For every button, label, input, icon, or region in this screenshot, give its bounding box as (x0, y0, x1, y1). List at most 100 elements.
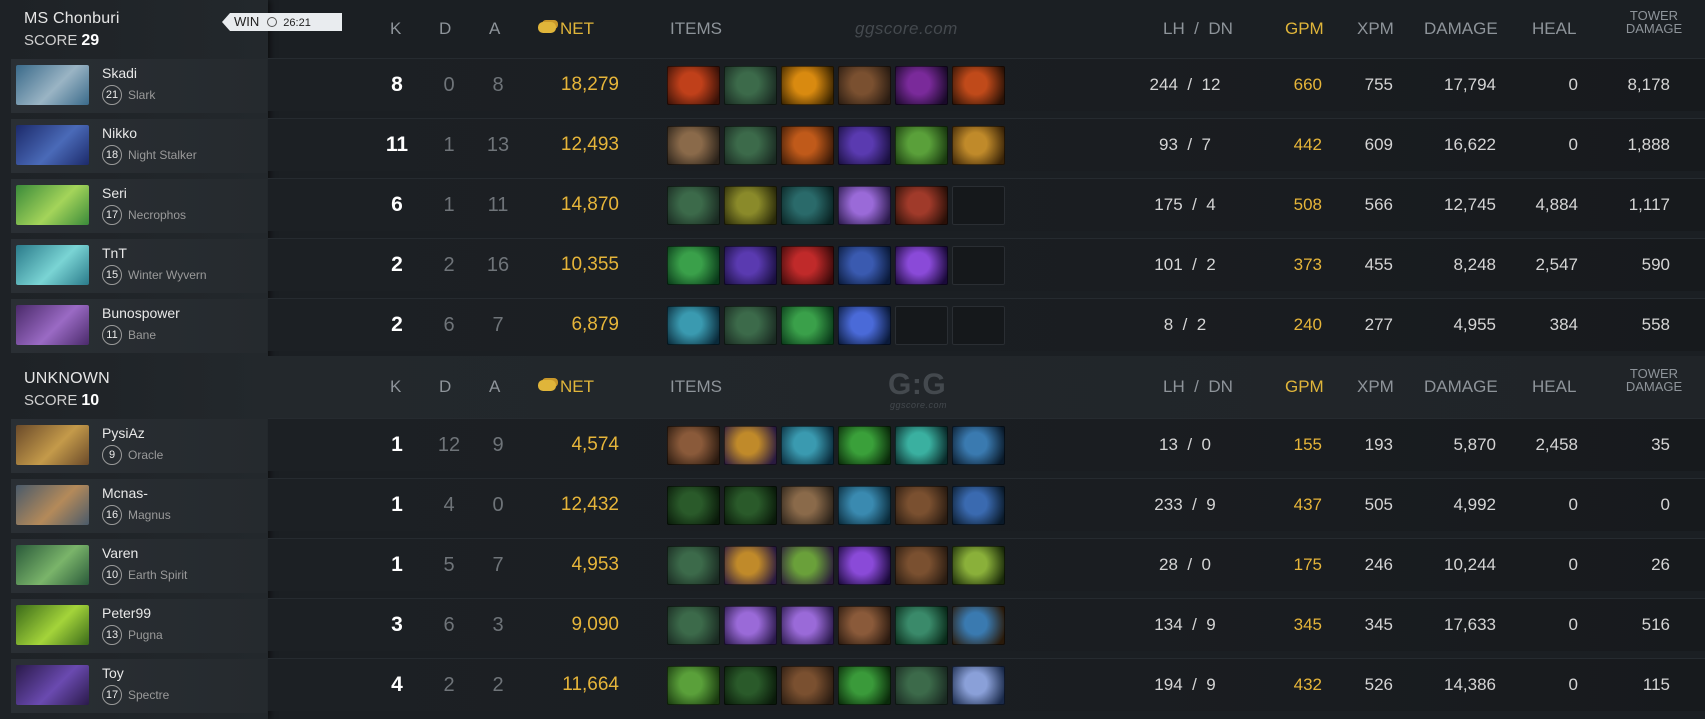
column-d[interactable]: D (439, 19, 451, 39)
item-icon[interactable] (838, 426, 891, 465)
column-tower-damage[interactable]: TOWER DAMAGE (1614, 9, 1694, 35)
column-k[interactable]: K (390, 377, 401, 397)
item-icon[interactable] (667, 66, 720, 105)
item-icon[interactable] (724, 666, 777, 705)
item-icon[interactable] (724, 426, 777, 465)
item-icon[interactable] (781, 426, 834, 465)
column-damage[interactable]: DAMAGE (1424, 377, 1498, 397)
item-icon[interactable] (781, 606, 834, 645)
item-icon[interactable] (724, 246, 777, 285)
player-stats-row[interactable]: 11 1 13 12,493 93 / 7 442 609 16,622 0 1,888 (268, 118, 1705, 171)
player-card[interactable]: Varen 10 Earth Spirit (11, 539, 267, 593)
column-net[interactable]: NET (538, 377, 594, 397)
player-card[interactable]: PysiAz 9 Oracle (11, 419, 267, 473)
column-xpm[interactable]: XPM (1357, 377, 1394, 397)
player-card[interactable]: TnT 15 Winter Wyvern (11, 239, 267, 293)
item-icon[interactable] (667, 546, 720, 585)
player-card[interactable]: Toy 17 Spectre (11, 659, 267, 713)
item-icon[interactable] (838, 486, 891, 525)
player-stats-row[interactable]: 3 6 3 9,090 134 / 9 345 345 17,633 0 516 (268, 598, 1705, 651)
item-icon[interactable] (838, 546, 891, 585)
item-icon[interactable] (952, 426, 1005, 465)
item-icon[interactable] (895, 606, 948, 645)
item-icon[interactable] (724, 606, 777, 645)
item-icon[interactable] (838, 126, 891, 165)
item-icon[interactable] (838, 306, 891, 345)
column-tower-damage[interactable]: TOWER DAMAGE (1614, 367, 1694, 393)
player-name[interactable]: Seri (102, 185, 127, 201)
player-name[interactable]: Peter99 (102, 605, 151, 621)
item-icon[interactable] (724, 126, 777, 165)
item-icon[interactable] (781, 666, 834, 705)
item-icon[interactable] (838, 666, 891, 705)
item-icon[interactable] (838, 66, 891, 105)
item-icon[interactable] (724, 186, 777, 225)
item-icon[interactable] (895, 426, 948, 465)
player-stats-row[interactable]: 6 1 11 14,870 175 / 4 508 566 12,745 4,884 1,117 (268, 178, 1705, 231)
player-stats-row[interactable]: 2 2 16 10,355 101 / 2 373 455 8,248 2,547 590 (268, 238, 1705, 291)
player-name[interactable]: Nikko (102, 125, 137, 141)
item-icon[interactable] (667, 186, 720, 225)
column-gpm[interactable]: GPM (1285, 377, 1324, 397)
column-items[interactable]: ITEMS (670, 377, 722, 397)
column-items[interactable]: ITEMS (670, 19, 722, 39)
player-card[interactable]: Seri 17 Necrophos (11, 179, 267, 233)
item-icon[interactable] (667, 606, 720, 645)
item-icon[interactable] (952, 666, 1005, 705)
player-name[interactable]: Bunospower (102, 305, 180, 321)
player-card[interactable]: Peter99 13 Pugna (11, 599, 267, 653)
player-card[interactable]: Skadi 21 Slark (11, 59, 267, 113)
column-heal[interactable]: HEAL (1532, 377, 1576, 397)
column-damage[interactable]: DAMAGE (1424, 19, 1498, 39)
player-stats-row[interactable]: 8 0 8 18,279 244 / 12 660 755 17,794 0 8,178 (268, 58, 1705, 111)
item-icon[interactable] (724, 66, 777, 105)
player-name[interactable]: Varen (102, 545, 138, 561)
player-stats-row[interactable]: 4 2 2 11,664 194 / 9 432 526 14,386 0 115 (268, 658, 1705, 711)
player-name[interactable]: PysiAz (102, 425, 145, 441)
item-icon[interactable] (952, 66, 1005, 105)
item-icon[interactable] (781, 546, 834, 585)
item-icon[interactable] (781, 126, 834, 165)
item-icon[interactable] (667, 246, 720, 285)
item-icon[interactable] (895, 546, 948, 585)
item-icon[interactable] (724, 486, 777, 525)
player-card[interactable]: Bunospower 11 Bane (11, 299, 267, 353)
item-icon[interactable] (952, 606, 1005, 645)
column-a[interactable]: A (489, 377, 500, 397)
item-icon[interactable] (724, 546, 777, 585)
item-icon[interactable] (952, 486, 1005, 525)
column-gpm[interactable]: GPM (1285, 19, 1324, 39)
item-icon[interactable] (895, 126, 948, 165)
player-name[interactable]: Skadi (102, 65, 137, 81)
item-icon[interactable] (781, 246, 834, 285)
item-icon[interactable] (667, 426, 720, 465)
item-icon[interactable] (781, 186, 834, 225)
item-icon[interactable] (838, 606, 891, 645)
item-icon[interactable] (952, 126, 1005, 165)
column-xpm[interactable]: XPM (1357, 19, 1394, 39)
item-icon[interactable] (781, 306, 834, 345)
column-lh-dn[interactable]: LH / DN (1163, 19, 1233, 39)
player-card[interactable]: Nikko 18 Night Stalker (11, 119, 267, 173)
item-icon[interactable] (838, 186, 891, 225)
player-card[interactable]: Mcnas- 16 Magnus (11, 479, 267, 533)
item-icon[interactable] (895, 66, 948, 105)
item-icon[interactable] (895, 246, 948, 285)
player-name[interactable]: TnT (102, 245, 127, 261)
item-icon[interactable] (895, 486, 948, 525)
item-icon[interactable] (781, 66, 834, 105)
item-icon[interactable] (895, 666, 948, 705)
column-d[interactable]: D (439, 377, 451, 397)
item-icon[interactable] (895, 186, 948, 225)
column-k[interactable]: K (390, 19, 401, 39)
column-a[interactable]: A (489, 19, 500, 39)
column-net[interactable]: NET (538, 19, 594, 39)
column-heal[interactable]: HEAL (1532, 19, 1576, 39)
item-icon[interactable] (667, 306, 720, 345)
column-lh-dn[interactable]: LH / DN (1163, 377, 1233, 397)
player-name[interactable]: Mcnas- (102, 485, 148, 501)
player-stats-row[interactable]: 2 6 7 6,879 8 / 2 240 277 4,955 384 558 (268, 298, 1705, 351)
item-icon[interactable] (667, 486, 720, 525)
item-icon[interactable] (781, 486, 834, 525)
player-stats-row[interactable]: 1 4 0 12,432 233 / 9 437 505 4,992 0 0 (268, 478, 1705, 531)
